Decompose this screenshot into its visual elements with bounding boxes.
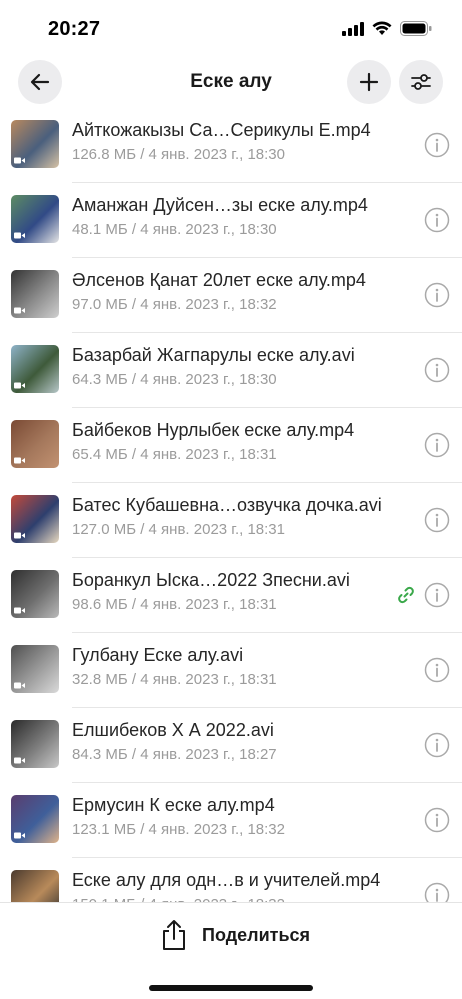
share-label: Поделиться [202,924,311,945]
video-thumbnail [11,870,59,902]
file-meta: 48.1 МБ / 4 янв. 2023 г., 18:30 [72,221,277,238]
status-icons [342,21,432,36]
video-thumbnail [11,570,59,618]
file-name: Базарбай Жагпарулы еске алу.avi [72,345,355,365]
file-name: Гулбану Еске алу.avi [72,645,244,665]
navigation-bar: Еске алу [0,56,462,108]
bottom-toolbar: Поделиться [0,902,462,999]
file-meta: 84.3 МБ / 4 янв. 2023 г., 18:27 [72,746,277,763]
file-meta: 97.0 МБ / 4 янв. 2023 г., 18:32 [72,296,277,313]
file-item[interactable]: Байбеков Нурлыбек еске алу.mp4 65.4 МБ / … [0,408,462,483]
file-item[interactable]: Гулбану Еске алу.avi 32.8 МБ / 4 янв. 202… [0,633,462,708]
video-thumbnail [11,270,59,318]
file-item[interactable]: Боранкул Ыска…2022 Зпесни.avi 98.6 МБ / 4… [0,558,462,633]
info-icon[interactable] [424,282,450,308]
file-item[interactable]: Батес Кубашевна…озвучка дочка.avi 127.0 М… [0,483,462,558]
info-icon[interactable] [424,357,450,383]
file-meta: 123.1 МБ / 4 янв. 2023 г., 18:32 [72,821,285,838]
video-camera-icon [14,832,25,839]
video-camera-icon [14,232,25,239]
file-name: Ермусин К еске алу.mp4 [72,795,275,815]
file-name: Әлсенов Қанат 20лет еске алу.mp4 [72,270,366,290]
file-meta: 127.0 МБ / 4 янв. 2023 г., 18:31 [72,521,285,538]
file-meta: 98.6 МБ / 4 янв. 2023 г., 18:31 [72,596,277,613]
cellular-signal-icon [342,21,364,36]
file-name: Еске алу для одн…в и учителей.mp4 [72,870,381,890]
file-name: Боранкул Ыска…2022 Зпесни.avi [72,570,350,590]
video-camera-icon [14,307,25,314]
video-thumbnail [11,420,59,468]
video-camera-icon [14,457,25,464]
video-camera-icon [14,532,25,539]
file-item[interactable]: Әлсенов Қанат 20лет еске алу.mp4 97.0 МБ … [0,258,462,333]
file-meta: 126.8 МБ / 4 янв. 2023 г., 18:30 [72,146,285,163]
file-item[interactable]: Айткожакызы Са…Серикулы Е.mp4 126.8 МБ / … [0,108,462,183]
file-item[interactable]: Елшибеков Х А 2022.avi 84.3 МБ / 4 янв. 2… [0,708,462,783]
info-icon[interactable] [424,732,450,758]
home-indicator[interactable] [149,985,313,991]
video-camera-icon [14,607,25,614]
video-camera-icon [14,382,25,389]
file-name: Елшибеков Х А 2022.avi [72,720,274,740]
info-icon[interactable] [424,582,450,608]
video-thumbnail [11,120,59,168]
video-camera-icon [14,757,25,764]
info-icon[interactable] [424,432,450,458]
info-icon[interactable] [424,807,450,833]
share-icon [163,920,185,950]
video-thumbnail [11,195,59,243]
plus-icon [359,72,379,92]
info-icon[interactable] [424,657,450,683]
info-icon[interactable] [424,207,450,233]
share-button[interactable]: Поделиться [160,917,310,953]
video-camera-icon [14,682,25,689]
file-name: Аманжан Дуйсен…зы еске алу.mp4 [72,195,368,215]
info-icon[interactable] [424,882,450,902]
video-thumbnail [11,645,59,693]
video-thumbnail [11,720,59,768]
file-item[interactable]: Ермусин К еске алу.mp4 123.1 МБ / 4 янв. … [0,783,462,858]
battery-icon [400,21,432,36]
filter-button[interactable] [399,60,443,104]
video-thumbnail [11,345,59,393]
page-title: Еске алу [190,71,272,92]
file-meta: 65.4 МБ / 4 янв. 2023 г., 18:31 [72,446,277,463]
video-thumbnail [11,495,59,543]
file-meta: 64.3 МБ / 4 янв. 2023 г., 18:30 [72,371,277,388]
file-name: Айткожакызы Са…Серикулы Е.mp4 [72,120,371,140]
video-thumbnail [11,795,59,843]
shared-link-icon [398,586,414,604]
add-button[interactable] [347,60,391,104]
file-name: Батес Кубашевна…озвучка дочка.avi [72,495,382,515]
status-bar: 20:27 [0,0,462,56]
file-item[interactable]: Еске алу для одн…в и учителей.mp4150.1 М… [0,858,462,902]
file-item[interactable]: Базарбай Жагпарулы еске алу.avi 64.3 МБ /… [0,333,462,408]
info-icon[interactable] [424,507,450,533]
file-list: Айткожакызы Са…Серикулы Е.mp4 126.8 МБ / … [0,108,462,902]
file-name: Байбеков Нурлыбек еске алу.mp4 [72,420,355,440]
status-time: 20:27 [48,18,101,40]
video-camera-icon [14,157,25,164]
file-item[interactable]: Аманжан Дуйсен…зы еске алу.mp4 48.1 МБ / … [0,183,462,258]
sliders-icon [411,74,431,90]
file-meta: 32.8 МБ / 4 янв. 2023 г., 18:31 [72,671,277,688]
wifi-icon [372,21,392,35]
info-icon[interactable] [424,132,450,158]
